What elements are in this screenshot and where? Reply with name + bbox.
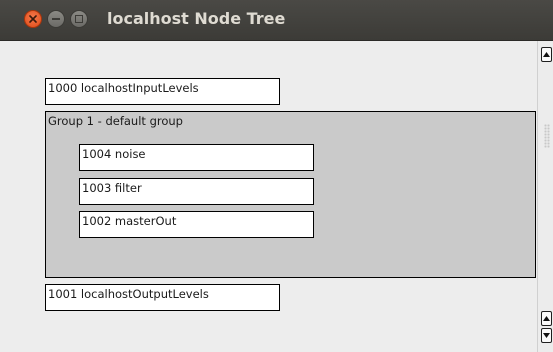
close-button[interactable] <box>24 10 42 28</box>
scrollbar-grip[interactable] <box>544 124 550 148</box>
node-master-out[interactable]: 1002 masterOut <box>79 211 314 238</box>
arrow-down-icon <box>543 333 550 338</box>
minimize-button[interactable] <box>47 10 65 28</box>
node-tree-canvas: 1000 localhostInputLevels Group 1 - defa… <box>0 41 537 352</box>
close-icon <box>29 15 37 23</box>
node-output-levels[interactable]: 1001 localhostOutputLevels <box>45 284 280 311</box>
minimize-icon <box>52 18 60 20</box>
node-tree-window: localhost Node Tree 1000 localhostInputL… <box>0 0 553 352</box>
maximize-icon <box>75 15 83 23</box>
maximize-button[interactable] <box>70 10 88 28</box>
title-bar[interactable]: localhost Node Tree <box>0 0 553 41</box>
node-input-levels[interactable]: 1000 localhostInputLevels <box>45 78 280 105</box>
scroll-down-button[interactable] <box>541 328 552 343</box>
scroll-up-button-lower[interactable] <box>541 311 552 326</box>
scroll-up-button[interactable] <box>541 47 552 62</box>
node-noise[interactable]: 1004 noise <box>79 144 314 171</box>
node-filter[interactable]: 1003 filter <box>79 178 314 205</box>
arrow-up-icon <box>543 52 550 57</box>
group-default[interactable]: Group 1 - default group 1004 noise 1003 … <box>45 111 536 278</box>
arrow-up-icon <box>543 316 550 321</box>
vertical-scrollbar[interactable] <box>537 41 553 352</box>
group-label: Group 1 - default group <box>48 114 183 128</box>
window-title: localhost Node Tree <box>107 9 286 28</box>
